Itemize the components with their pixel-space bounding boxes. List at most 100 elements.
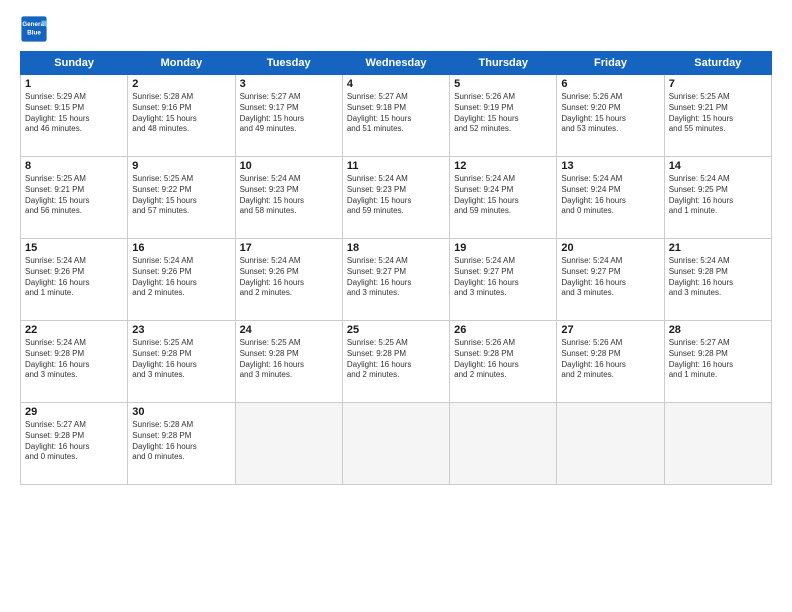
week-row-1: 8 Sunrise: 5:25 AM Sunset: 9:21 PM Daylig… — [21, 157, 772, 239]
day-info: Sunrise: 5:25 AM Sunset: 9:21 PM Dayligh… — [669, 92, 767, 135]
day-info: Sunrise: 5:27 AM Sunset: 9:18 PM Dayligh… — [347, 92, 445, 135]
day-number: 20 — [561, 242, 659, 254]
calendar-cell: 22 Sunrise: 5:24 AM Sunset: 9:28 PM Dayli… — [21, 321, 128, 403]
calendar-cell — [235, 403, 342, 485]
day-info: Sunrise: 5:25 AM Sunset: 9:21 PM Dayligh… — [25, 174, 123, 217]
day-number: 3 — [240, 78, 338, 90]
calendar-cell: 27Sunrise: 5:26 AM Sunset: 9:28 PM Dayli… — [557, 321, 664, 403]
calendar-cell: 21Sunrise: 5:24 AM Sunset: 9:28 PM Dayli… — [664, 239, 771, 321]
day-number: 18 — [347, 242, 445, 254]
day-number: 13 — [561, 160, 659, 172]
day-info: Sunrise: 5:24 AM Sunset: 9:24 PM Dayligh… — [454, 174, 552, 217]
day-info: Sunrise: 5:27 AM Sunset: 9:17 PM Dayligh… — [240, 92, 338, 135]
calendar-cell: 17Sunrise: 5:24 AM Sunset: 9:26 PM Dayli… — [235, 239, 342, 321]
calendar-cell — [557, 403, 664, 485]
calendar-cell: 24Sunrise: 5:25 AM Sunset: 9:28 PM Dayli… — [235, 321, 342, 403]
logo-icon: General Blue — [20, 15, 48, 43]
day-info: Sunrise: 5:24 AM Sunset: 9:24 PM Dayligh… — [561, 174, 659, 217]
calendar-cell: 13 Sunrise: 5:24 AM Sunset: 9:24 PM Dayli… — [557, 157, 664, 239]
week-row-2: 15 Sunrise: 5:24 AM Sunset: 9:26 PM Dayli… — [21, 239, 772, 321]
week-row-0: 1 Sunrise: 5:29 AM Sunset: 9:15 PM Daylig… — [21, 75, 772, 157]
day-info: Sunrise: 5:27 AM Sunset: 9:28 PM Dayligh… — [25, 420, 123, 463]
page: General Blue SundayMondayTuesdayWednesda… — [0, 0, 792, 612]
calendar-cell: 26 Sunrise: 5:26 AM Sunset: 9:28 PM Dayli… — [450, 321, 557, 403]
day-info: Sunrise: 5:26 AM Sunset: 9:20 PM Dayligh… — [561, 92, 659, 135]
calendar-cell: 29 Sunrise: 5:27 AM Sunset: 9:28 PM Dayli… — [21, 403, 128, 485]
day-number: 1 — [25, 78, 123, 90]
calendar-cell: 9 Sunrise: 5:25 AM Sunset: 9:22 PM Daylig… — [128, 157, 235, 239]
day-info: Sunrise: 5:25 AM Sunset: 9:22 PM Dayligh… — [132, 174, 230, 217]
day-info: Sunrise: 5:24 AM Sunset: 9:25 PM Dayligh… — [669, 174, 767, 217]
logo: General Blue — [20, 15, 48, 43]
calendar-cell: 4 Sunrise: 5:27 AM Sunset: 9:18 PM Daylig… — [342, 75, 449, 157]
calendar-cell: 1 Sunrise: 5:29 AM Sunset: 9:15 PM Daylig… — [21, 75, 128, 157]
day-info: Sunrise: 5:25 AM Sunset: 9:28 PM Dayligh… — [240, 338, 338, 381]
day-info: Sunrise: 5:26 AM Sunset: 9:19 PM Dayligh… — [454, 92, 552, 135]
calendar-cell: 5 Sunrise: 5:26 AM Sunset: 9:19 PM Daylig… — [450, 75, 557, 157]
calendar-cell: 18 Sunrise: 5:24 AM Sunset: 9:27 PM Dayli… — [342, 239, 449, 321]
day-info: Sunrise: 5:24 AM Sunset: 9:26 PM Dayligh… — [25, 256, 123, 299]
week-row-4: 29 Sunrise: 5:27 AM Sunset: 9:28 PM Dayli… — [21, 403, 772, 485]
day-info: Sunrise: 5:24 AM Sunset: 9:23 PM Dayligh… — [347, 174, 445, 217]
calendar-cell — [450, 403, 557, 485]
day-number: 26 — [454, 324, 552, 336]
day-number: 8 — [25, 160, 123, 172]
day-number: 21 — [669, 242, 767, 254]
calendar-cell: 12 Sunrise: 5:24 AM Sunset: 9:24 PM Dayli… — [450, 157, 557, 239]
day-number: 29 — [25, 406, 123, 418]
day-number: 5 — [454, 78, 552, 90]
calendar-cell: 16Sunrise: 5:24 AM Sunset: 9:26 PM Dayli… — [128, 239, 235, 321]
day-number: 27 — [561, 324, 659, 336]
calendar-cell: 30 Sunrise: 5:28 AM Sunset: 9:28 PM Dayli… — [128, 403, 235, 485]
calendar-cell: 14 Sunrise: 5:24 AM Sunset: 9:25 PM Dayli… — [664, 157, 771, 239]
day-info: Sunrise: 5:27 AM Sunset: 9:28 PM Dayligh… — [669, 338, 767, 381]
calendar-cell — [664, 403, 771, 485]
calendar-cell: 6 Sunrise: 5:26 AM Sunset: 9:20 PM Daylig… — [557, 75, 664, 157]
day-number: 9 — [132, 160, 230, 172]
day-number: 6 — [561, 78, 659, 90]
header: General Blue — [20, 15, 772, 43]
day-number: 2 — [132, 78, 230, 90]
calendar-cell: 7 Sunrise: 5:25 AM Sunset: 9:21 PM Daylig… — [664, 75, 771, 157]
day-info: Sunrise: 5:24 AM Sunset: 9:27 PM Dayligh… — [347, 256, 445, 299]
calendar-cell: 19 Sunrise: 5:24 AM Sunset: 9:27 PM Dayli… — [450, 239, 557, 321]
day-info: Sunrise: 5:25 AM Sunset: 9:28 PM Dayligh… — [347, 338, 445, 381]
day-info: Sunrise: 5:24 AM Sunset: 9:28 PM Dayligh… — [25, 338, 123, 381]
day-number: 7 — [669, 78, 767, 90]
day-info: Sunrise: 5:28 AM Sunset: 9:28 PM Dayligh… — [132, 420, 230, 463]
calendar-cell: 11 Sunrise: 5:24 AM Sunset: 9:23 PM Dayli… — [342, 157, 449, 239]
day-info: Sunrise: 5:25 AM Sunset: 9:28 PM Dayligh… — [132, 338, 230, 381]
weekday-monday: Monday — [128, 52, 235, 75]
weekday-wednesday: Wednesday — [342, 52, 449, 75]
svg-text:Blue: Blue — [27, 30, 41, 37]
weekday-tuesday: Tuesday — [235, 52, 342, 75]
weekday-saturday: Saturday — [664, 52, 771, 75]
day-info: Sunrise: 5:24 AM Sunset: 9:27 PM Dayligh… — [454, 256, 552, 299]
day-info: Sunrise: 5:24 AM Sunset: 9:27 PM Dayligh… — [561, 256, 659, 299]
day-number: 15 — [25, 242, 123, 254]
weekday-friday: Friday — [557, 52, 664, 75]
day-info: Sunrise: 5:26 AM Sunset: 9:28 PM Dayligh… — [454, 338, 552, 381]
day-number: 30 — [132, 406, 230, 418]
calendar-cell: 8 Sunrise: 5:25 AM Sunset: 9:21 PM Daylig… — [21, 157, 128, 239]
day-number: 11 — [347, 160, 445, 172]
calendar-cell: 25 Sunrise: 5:25 AM Sunset: 9:28 PM Dayli… — [342, 321, 449, 403]
day-number: 25 — [347, 324, 445, 336]
weekday-header-row: SundayMondayTuesdayWednesdayThursdayFrid… — [21, 52, 772, 75]
day-number: 10 — [240, 160, 338, 172]
day-number: 19 — [454, 242, 552, 254]
calendar-cell: 23 Sunrise: 5:25 AM Sunset: 9:28 PM Dayli… — [128, 321, 235, 403]
day-info: Sunrise: 5:24 AM Sunset: 9:23 PM Dayligh… — [240, 174, 338, 217]
day-number: 14 — [669, 160, 767, 172]
day-number: 23 — [132, 324, 230, 336]
day-info: Sunrise: 5:29 AM Sunset: 9:15 PM Dayligh… — [25, 92, 123, 135]
week-row-3: 22 Sunrise: 5:24 AM Sunset: 9:28 PM Dayli… — [21, 321, 772, 403]
day-number: 4 — [347, 78, 445, 90]
calendar-cell: 28 Sunrise: 5:27 AM Sunset: 9:28 PM Dayli… — [664, 321, 771, 403]
calendar-cell: 2Sunrise: 5:28 AM Sunset: 9:16 PM Daylig… — [128, 75, 235, 157]
weekday-thursday: Thursday — [450, 52, 557, 75]
day-number: 22 — [25, 324, 123, 336]
day-number: 28 — [669, 324, 767, 336]
day-info: Sunrise: 5:24 AM Sunset: 9:26 PM Dayligh… — [240, 256, 338, 299]
day-number: 12 — [454, 160, 552, 172]
